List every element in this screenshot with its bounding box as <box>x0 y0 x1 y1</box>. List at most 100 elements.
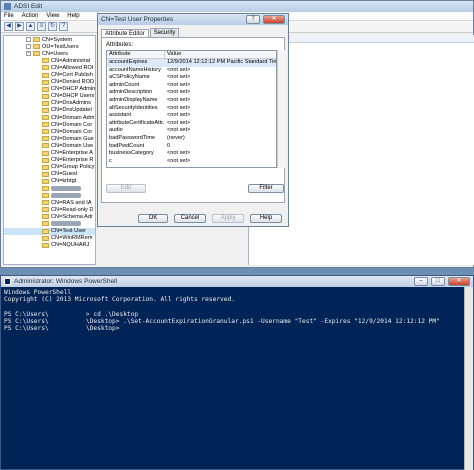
tree-item-label: CN=DHCP Admin <box>51 86 95 93</box>
column-header-value[interactable]: Value <box>165 51 276 58</box>
tree-item-label: CN=RAS and IA <box>51 199 92 206</box>
attribute-row[interactable]: altSecurityIdentities <not set> <box>107 105 276 113</box>
attribute-row[interactable]: accountExpires 12/9/2014 12:12:12 PM Paci… <box>107 59 276 67</box>
adsi-title: ADSI Edit <box>14 3 43 10</box>
attribute-row[interactable]: adminDescription <not set> <box>107 89 276 97</box>
edit-button[interactable]: Edit <box>106 184 146 193</box>
minimize-icon[interactable]: – <box>414 277 428 286</box>
tree-item[interactable]: - CN=Users <box>4 50 95 57</box>
ps-close-icon[interactable]: ✕ <box>448 277 470 286</box>
attributes-list-header: Attribute Value <box>107 51 276 59</box>
tree-item[interactable]: CN=Group Policy <box>4 164 95 171</box>
powershell-window: Administrator: Windows PowerShell – □ ✕ … <box>0 275 474 470</box>
tree-item-label: CN=Domain Use <box>51 142 94 149</box>
tree-item[interactable]: CN=Schema Adr <box>4 213 95 220</box>
tree-item[interactable]: CN=DHCP Admin <box>4 86 95 93</box>
tree-item[interactable]: CN=Enterprise R <box>4 157 95 164</box>
adsi-title-bar[interactable]: ADSI Edit <box>1 1 473 12</box>
tree-item[interactable]: CN=NQUHARJ <box>4 242 95 249</box>
tree-item[interactable]: CN=krbtgt <box>4 178 95 185</box>
attribute-row[interactable]: assistant <not set> <box>107 112 276 120</box>
tree-item-label: OU=TestUsers <box>42 43 79 50</box>
back-arrow-icon[interactable]: ◀ <box>4 22 13 31</box>
dialog-title-bar[interactable]: CN=Test User Properties ? ✕ <box>98 14 288 25</box>
attribute-name: badPasswordTime <box>109 134 156 141</box>
powershell-title-bar[interactable]: Administrator: Windows PowerShell – □ ✕ <box>1 276 473 287</box>
properties-icon[interactable]: ≡ <box>37 22 46 31</box>
attribute-row[interactable]: badPasswordTime (never) <box>107 135 276 143</box>
attribute-row[interactable]: businessCategory <not set> <box>107 150 276 158</box>
tree-item[interactable]: CN=Test User <box>4 227 95 235</box>
ok-button[interactable]: OK <box>138 214 168 223</box>
menu-action[interactable]: Action <box>22 13 39 19</box>
attribute-row[interactable]: adminDisplayName <not set> <box>107 97 276 105</box>
tree-item[interactable]: CN=Allowed ROI <box>4 64 95 71</box>
adsi-tree[interactable]: CN=System OU=TestUsers - CN=Users CN=Adminis… <box>3 35 96 265</box>
help-icon[interactable]: ? <box>59 22 68 31</box>
attribute-row[interactable]: adminCount <not set> <box>107 82 276 90</box>
apply-button[interactable]: Apply <box>212 214 244 223</box>
expand-toggle-icon[interactable]: - <box>26 51 31 57</box>
tree-item[interactable]: CN=Cert Publish <box>4 71 95 78</box>
cancel-button[interactable]: Cancel <box>174 214 206 223</box>
expand-toggle-icon[interactable] <box>26 44 31 50</box>
folder-icon <box>42 122 49 128</box>
attribute-row[interactable]: attributeCertificateAttr... <not set> <box>107 120 276 128</box>
menu-file[interactable]: File <box>4 13 14 19</box>
tab-security[interactable]: Security <box>149 28 180 37</box>
tree-item[interactable]: CN=System <box>4 36 95 43</box>
console-line: PS C:\Users\ \Desktop> <box>4 325 120 332</box>
attributes-scrollbar[interactable] <box>277 50 286 168</box>
column-header-attribute[interactable]: Attribute <box>107 51 165 58</box>
tree-item[interactable]: OU=TestUsers <box>4 43 95 50</box>
folder-icon <box>42 93 49 99</box>
maximize-icon[interactable]: □ <box>431 277 445 286</box>
forward-arrow-icon[interactable]: ▶ <box>15 22 24 31</box>
tree-item[interactable]: CN=Domain Adm <box>4 114 95 121</box>
up-folder-icon[interactable]: ▲ <box>26 22 35 31</box>
folder-icon <box>42 207 49 213</box>
attribute-row[interactable]: badPwdCount 0 <box>107 143 276 151</box>
tree-item[interactable] <box>4 185 95 192</box>
tree-item-label: CN=System <box>42 36 72 43</box>
tree-item[interactable]: CN=WinRMRem <box>4 235 95 242</box>
menu-view[interactable]: View <box>46 13 59 19</box>
tree-item[interactable] <box>4 192 95 199</box>
powershell-scrollbar[interactable] <box>464 287 473 470</box>
tree-item[interactable]: CN=Enterprise A <box>4 150 95 157</box>
attribute-row[interactable]: accountNameHistory <not set> <box>107 67 276 75</box>
tree-item[interactable]: CN=Denied ROD <box>4 79 95 86</box>
tree-item[interactable]: CN=DHCP Users <box>4 93 95 100</box>
attribute-value: 12/9/2014 12:12:12 PM Pacific Standard T… <box>167 59 276 65</box>
tree-item[interactable]: CN=Administrat <box>4 57 95 64</box>
attributes-list[interactable]: Attribute Value accountExpires 12/9/2014 … <box>106 50 277 168</box>
tree-item[interactable]: CN=DnsAdmins <box>4 100 95 107</box>
tree-item[interactable]: CN=Read-only D <box>4 206 95 213</box>
tree-item[interactable]: CN=RAS and IA <box>4 199 95 206</box>
attribute-name: accountNameHistory <box>109 66 161 73</box>
tree-item-label: CN=WinRMRem <box>51 235 93 242</box>
expand-toggle-icon[interactable] <box>26 37 31 43</box>
tree-item-label: CN=Users <box>42 50 68 57</box>
help-button[interactable]: Help <box>250 214 282 223</box>
attribute-row[interactable]: c <not set> <box>107 158 276 166</box>
menu-help[interactable]: Help <box>67 13 79 19</box>
tree-item[interactable]: CN=Guest <box>4 171 95 178</box>
folder-icon <box>42 58 49 64</box>
tree-item[interactable]: CN=Domain Cor <box>4 121 95 128</box>
close-icon[interactable]: ✕ <box>263 15 285 24</box>
attribute-row[interactable]: aCSPolicyName <not set> <box>107 74 276 82</box>
filter-button[interactable]: Filter <box>248 184 284 193</box>
tree-item[interactable]: CN=DnsUpdateI <box>4 107 95 114</box>
help-icon[interactable]: ? <box>246 15 260 24</box>
attribute-value: <not set> <box>167 66 191 73</box>
attribute-row[interactable]: audio <not set> <box>107 127 276 135</box>
tree-item[interactable]: CN=Domain Cor <box>4 128 95 135</box>
tree-item[interactable]: CN=Domain Use <box>4 142 95 149</box>
tree-item[interactable]: CN=Domain Gue <box>4 135 95 142</box>
tree-item-label: CN=Schema Adr <box>51 213 93 220</box>
folder-icon <box>42 150 49 156</box>
refresh-icon[interactable]: ↻ <box>48 22 57 31</box>
tree-item[interactable] <box>4 220 95 227</box>
powershell-console[interactable]: Windows PowerShell Copyright (C) 2013 Mic… <box>1 287 473 334</box>
